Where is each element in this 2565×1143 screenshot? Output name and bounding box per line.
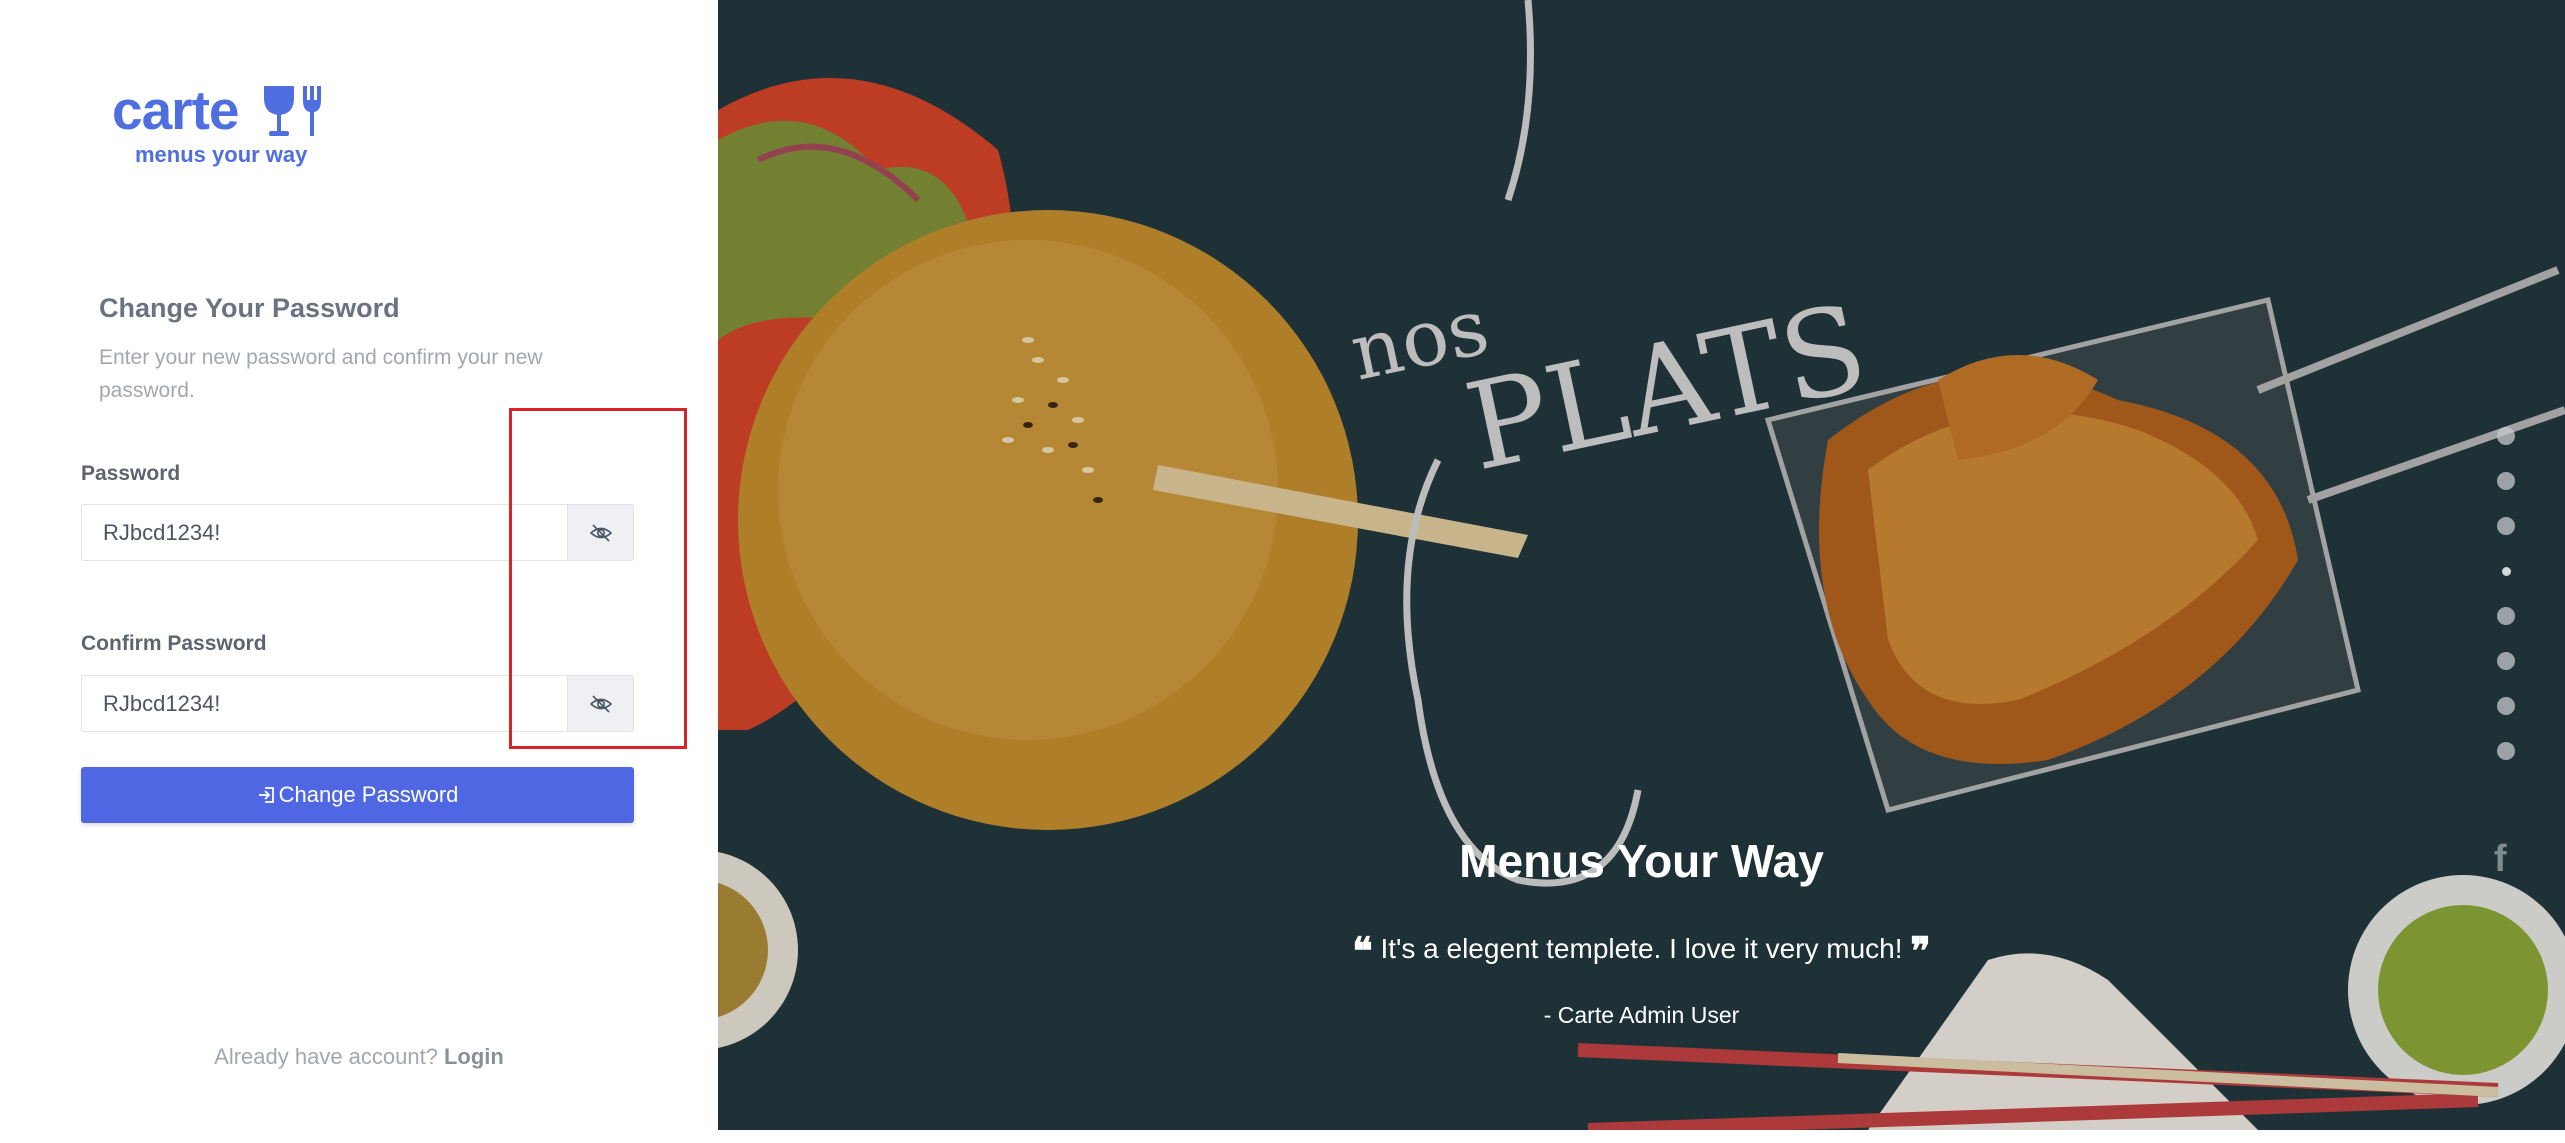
testimonial-text: It's a elegent templete. I love it very …: [1380, 933, 1903, 964]
wine-glass-fork-icon: [264, 86, 321, 136]
slider-dot[interactable]: [2497, 517, 2515, 535]
confirm-password-input[interactable]: [81, 675, 568, 732]
hero-testimonial: ❝ It's a elegent templete. I love it ver…: [718, 928, 2565, 973]
page-title: Change Your Password: [99, 293, 400, 323]
login-prompt: Already have account? Login: [0, 1044, 718, 1070]
slider-dot[interactable]: [2502, 567, 2511, 576]
change-password-button[interactable]: Change Password: [81, 767, 634, 823]
open-quote-icon: ❝: [1352, 928, 1373, 973]
auth-panel: carte menus your way Change Your Passwor…: [0, 0, 718, 1130]
facebook-icon[interactable]: f: [2494, 838, 2507, 881]
password-label: Password: [81, 462, 181, 485]
slider-dot[interactable]: [2497, 697, 2515, 715]
close-quote-icon: ❞: [1910, 928, 1931, 973]
hero-title: Menus Your Way: [1459, 835, 1824, 887]
sign-in-icon: [258, 787, 274, 803]
slider-dot[interactable]: [2497, 427, 2515, 445]
confirm-password-label: Confirm Password: [81, 632, 267, 655]
testimonial-author: - Carte Admin User: [1543, 1002, 1740, 1028]
slider-dot[interactable]: [2497, 652, 2515, 670]
brand-tagline: menus your way: [135, 142, 308, 167]
brand-logo[interactable]: carte menus your way: [112, 78, 332, 173]
password-input[interactable]: [81, 504, 568, 561]
annotation-highlight-box: [509, 408, 687, 749]
login-prompt-text: Already have account?: [214, 1044, 438, 1069]
login-link[interactable]: Login: [444, 1044, 504, 1069]
brand-name: carte: [112, 79, 239, 141]
change-password-label: Change Password: [278, 782, 459, 807]
hero-section: nos PLATS Menus Your Way ❝ It's a elegen…: [718, 0, 2565, 1130]
slider-dot[interactable]: [2497, 742, 2515, 760]
page-subtitle: Enter your new password and confirm your…: [99, 346, 543, 402]
slider-dot[interactable]: [2497, 607, 2515, 625]
slider-dot[interactable]: [2497, 472, 2515, 490]
